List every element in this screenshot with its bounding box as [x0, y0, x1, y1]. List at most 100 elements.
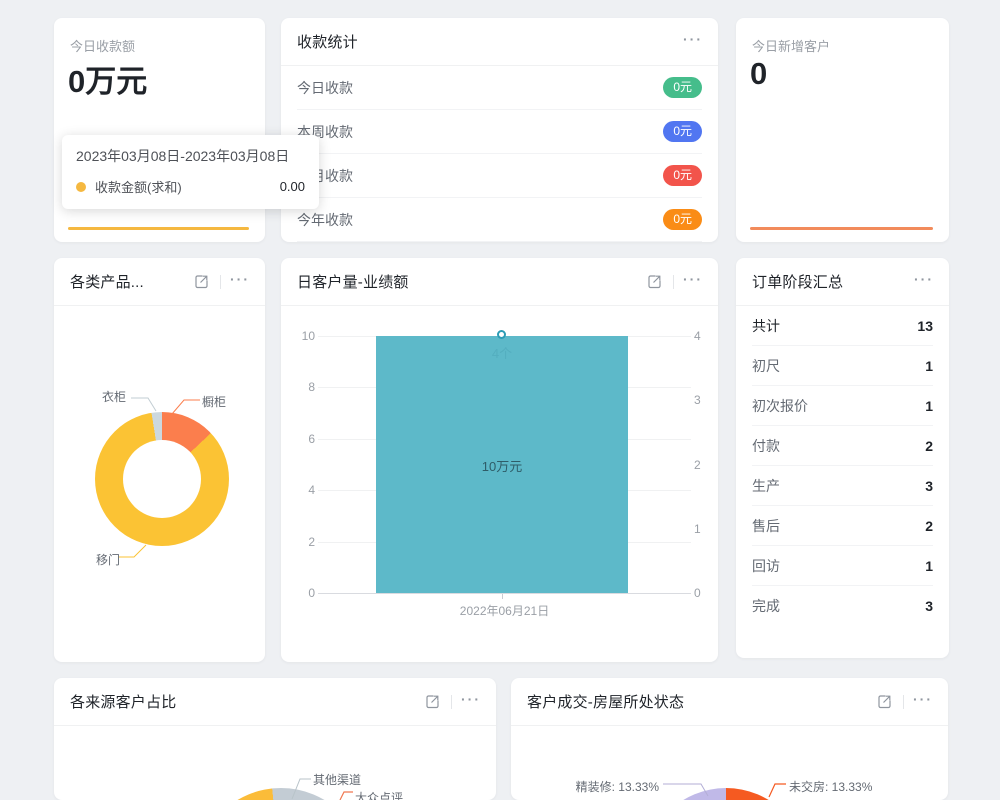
- left-axis-tick: 10: [289, 328, 315, 344]
- left-axis-tick: 2: [289, 534, 315, 550]
- right-axis-tick: 1: [694, 521, 718, 537]
- customer-count-point[interactable]: [497, 330, 506, 339]
- source-label-other: 其他渠道: [313, 771, 361, 788]
- tooltip-series-label: 收款金额(求和): [95, 177, 182, 196]
- row-label: 今日收款: [297, 78, 353, 98]
- leader-line: [291, 778, 313, 800]
- left-axis-tick: 8: [289, 379, 315, 395]
- collection-row-month: 本月收款 0元: [297, 154, 702, 198]
- right-axis-tick: 0: [694, 585, 718, 601]
- product-donut-header: 各类产品... ···: [54, 258, 265, 306]
- amount-badge: 0元: [663, 165, 702, 187]
- tooltip-series-row: 收款金额(求和) 0.00: [76, 177, 305, 196]
- x-axis-line: [318, 593, 691, 594]
- divider: [220, 275, 221, 289]
- amount-badge: 0元: [663, 121, 702, 143]
- stage-row: 售后 2: [752, 506, 933, 546]
- x-axis-label: 2022年06月21日: [318, 602, 691, 619]
- leader-line: [130, 396, 160, 414]
- row-label: 今年收款: [297, 210, 353, 230]
- stage-count: 13: [917, 318, 933, 334]
- tooltip-series-value: 0.00: [280, 179, 305, 194]
- expand-icon[interactable]: [192, 273, 210, 291]
- daily-chart-title: 日客户量-业绩额: [297, 271, 409, 292]
- stage-count: 2: [925, 518, 933, 534]
- donut-hole: [123, 440, 201, 518]
- order-stages-title: 订单阶段汇总: [752, 271, 843, 292]
- product-donut-chart[interactable]: [95, 412, 229, 546]
- tooltip-date-range: 2023年03月08日-2023年03月08日: [76, 146, 305, 166]
- expand-icon[interactable]: [645, 273, 663, 291]
- amount-badge: 0元: [663, 209, 702, 231]
- card-collection-stats: 收款统计 ··· 今日收款 0元 本周收款 0元 本月收款 0元 今年收款 0元: [281, 18, 718, 242]
- new-customers-value: 0: [750, 56, 767, 92]
- collection-row-year: 今年收款 0元: [297, 198, 702, 242]
- card-order-stages: 订单阶段汇总 ··· 共计 13 初尺 1 初次报价 1 付款 2: [736, 258, 949, 658]
- stage-count: 3: [925, 478, 933, 494]
- card-daily-chart: 日客户量-业绩额 ··· 10 8 6 4 2 0 4 3: [281, 258, 718, 662]
- donut-label-yigui: 衣柜: [102, 388, 126, 405]
- deal-pie-header: 客户成交-房屋所处状态 ···: [511, 678, 948, 726]
- amount-badge: 0元: [663, 77, 702, 99]
- deal-label-jingzhuangxiu: 精装修: 13.33%: [551, 778, 659, 795]
- source-label-dianping: 大众点评: [355, 789, 403, 800]
- stage-row: 初次报价 1: [752, 386, 933, 426]
- collection-stats-title: 收款统计: [297, 31, 358, 52]
- left-axis-tick: 0: [289, 585, 315, 601]
- divider: [673, 275, 674, 289]
- stage-row: 回访 1: [752, 546, 933, 586]
- leader-line: [662, 783, 710, 799]
- expand-icon[interactable]: [423, 693, 441, 711]
- today-amount-label: 今日收款额: [70, 36, 135, 55]
- today-amount-sparkline: [68, 227, 249, 230]
- stage-count: 1: [925, 358, 933, 374]
- card-source-pie: 各来源客户占比 ··· 其他渠道 大众点评: [54, 678, 496, 800]
- stage-label: 完成: [752, 596, 780, 616]
- stage-label: 共计: [752, 316, 780, 336]
- card-new-customers: 今日新增客户 0: [736, 18, 949, 242]
- right-axis-tick: 4: [694, 328, 718, 344]
- more-icon[interactable]: ···: [684, 33, 702, 51]
- stage-count: 3: [925, 598, 933, 614]
- more-icon[interactable]: ···: [914, 693, 932, 711]
- stage-label: 付款: [752, 436, 780, 456]
- expand-icon[interactable]: [875, 693, 893, 711]
- card-deal-pie: 客户成交-房屋所处状态 ··· 精装修: 13.33% 未交房: 13.33%: [511, 678, 948, 800]
- stage-count: 2: [925, 438, 933, 454]
- new-customers-label: 今日新增客户: [752, 36, 830, 55]
- stage-row-total: 共计 13: [752, 306, 933, 346]
- leader-line: [768, 783, 788, 799]
- x-axis-tickmark: [502, 594, 503, 599]
- bar-value-label: 10万元: [376, 456, 628, 475]
- more-icon[interactable]: ···: [462, 693, 480, 711]
- today-amount-value: 0万元: [68, 56, 147, 101]
- stage-count: 1: [925, 558, 933, 574]
- card-product-donut: 各类产品... ··· 衣柜 橱柜 移门: [54, 258, 265, 662]
- collection-row-week: 本周收款 0元: [297, 110, 702, 154]
- chart-tooltip: 2023年03月08日-2023年03月08日 收款金额(求和) 0.00: [62, 135, 319, 209]
- dashboard: 今日收款额 0万元 2023年03月08日-2023年03月08日 收款金额(求…: [0, 0, 1000, 800]
- stage-count: 1: [925, 398, 933, 414]
- stage-label: 回访: [752, 556, 780, 576]
- leader-line: [339, 791, 355, 800]
- divider: [451, 695, 452, 709]
- right-axis-tick: 3: [694, 392, 718, 408]
- stage-row: 生产 3: [752, 466, 933, 506]
- order-stages-header: 订单阶段汇总 ···: [736, 258, 949, 306]
- leader-line: [170, 398, 202, 416]
- stage-label: 售后: [752, 516, 780, 536]
- deal-label-weijiaofang: 未交房: 13.33%: [789, 778, 872, 795]
- source-pie-header: 各来源客户占比 ···: [54, 678, 496, 726]
- more-icon[interactable]: ···: [915, 273, 933, 291]
- series-dot-icon: [76, 182, 86, 192]
- more-icon[interactable]: ···: [684, 273, 702, 291]
- right-axis-tick: 2: [694, 457, 718, 473]
- stage-row: 完成 3: [752, 586, 933, 626]
- stage-label: 初次报价: [752, 396, 808, 416]
- collection-row-today: 今日收款 0元: [297, 66, 702, 110]
- product-donut-title: 各类产品...: [70, 271, 144, 292]
- stage-label: 初尺: [752, 356, 780, 376]
- collection-stats-header: 收款统计 ···: [281, 18, 718, 66]
- deal-pie-title: 客户成交-房屋所处状态: [527, 691, 684, 712]
- more-icon[interactable]: ···: [231, 273, 249, 291]
